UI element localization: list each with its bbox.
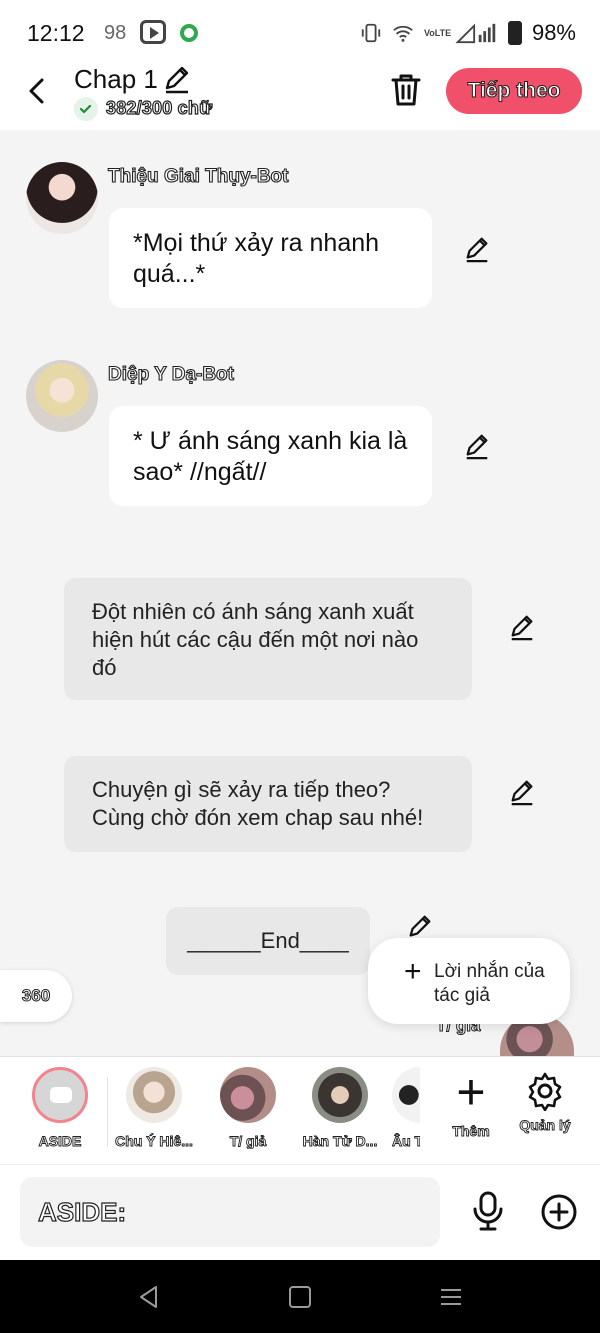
input-bar: ASIDE: [0,1164,600,1260]
narration-bubble[interactable]: Chuyện gì sẽ xảy ra tiếp theo? Cùng chờ … [64,756,472,852]
add-label: Thêm [452,1123,490,1140]
word-count: 382/300 chữ [105,97,213,118]
message-bubble[interactable]: *Mọi thứ xảy ra nhanh quá...* [109,208,432,308]
edit-pencil-icon[interactable] [463,235,491,263]
character-label: T/ giả [229,1133,267,1149]
system-nav-bar [0,1260,600,1333]
character-bar: ASIDE Chu Ý Hiê... T/ giả Hàn Tử D... Âu… [0,1056,600,1164]
end-bubble[interactable]: ______End____ [166,907,370,975]
status-indicators: VoLTE 98% [360,20,576,46]
character-aside[interactable]: ASIDE [18,1067,102,1149]
character-label: ASIDE [38,1133,82,1149]
manage-button[interactable]: Quản lý [512,1067,578,1133]
check-icon [74,97,98,121]
add-circle-icon[interactable] [540,1193,578,1231]
battery-icon [507,21,522,45]
avatar-thieu-giai-thuy[interactable] [26,162,98,234]
gear-icon [528,1072,562,1111]
signal-icon [455,23,496,44]
manage-label: Quản lý [519,1117,571,1134]
character-label: Chu Ý Hiê... [115,1133,194,1149]
edit-pencil-icon[interactable] [508,778,536,806]
nav-menu-icon[interactable] [440,1288,462,1306]
status-time: 12:12 [27,20,85,46]
edit-pencil-icon[interactable] [508,613,536,641]
character-label: Hàn Tử D... [302,1133,378,1149]
next-button[interactable]: Tiếp theo [446,68,582,114]
avatar [126,1067,182,1123]
character-chu-y-hien[interactable]: Chu Ý Hiê... [112,1067,196,1149]
message-bubble[interactable]: * Ư ánh sáng xanh kia là sao* //ngất// [109,406,432,506]
volte-icon: VoLTE [423,28,452,38]
divider [107,1077,108,1147]
character-au-t[interactable]: Âu T [392,1067,420,1149]
back-arrow-icon[interactable] [22,76,52,106]
battery-percent: 98% [531,20,576,45]
trash-icon[interactable] [390,72,422,108]
video-app-icon [140,20,166,44]
avatar-diep-y-da[interactable] [26,360,98,432]
chapter-title[interactable]: Chap 1 [74,64,158,95]
avatar [312,1067,368,1123]
character-label: Âu T [392,1133,420,1149]
edit-pencil-icon[interactable] [463,432,491,460]
edit-pencil-icon[interactable] [406,913,434,941]
add-character-button[interactable]: + Thêm [446,1067,496,1139]
message-input[interactable]: ASIDE: [20,1177,440,1247]
editor-header: Chap 1 382/300 chữ Tiếp theo [0,64,600,130]
author-note-button[interactable]: + Lời nhắn của tác giả [368,938,570,1024]
character-han-tu-d[interactable]: Hàn Tử D... [298,1067,382,1149]
wifi-icon [393,25,413,42]
microphone-icon[interactable] [470,1191,506,1231]
vibrate-icon [361,23,381,43]
avatar [220,1067,276,1123]
edit-title-pencil-icon[interactable] [162,64,192,94]
character-tac-gia[interactable]: T/ giả [206,1067,290,1149]
nav-home-icon[interactable] [289,1286,311,1308]
plus-icon: + [404,955,422,988]
speaker-name: Diệp Y Dạ-Bot [107,363,234,385]
notification-count: 98 [104,22,127,44]
author-note-label: Lời nhắn của tác giả [434,961,545,1006]
sync-app-icon [180,24,198,42]
view-360-button[interactable]: 360 [0,970,72,1022]
plus-icon: + [456,1064,486,1120]
aside-icon [32,1067,88,1123]
avatar [392,1067,420,1123]
narration-bubble[interactable]: Đột nhiên có ánh sáng xanh xuất hiện hút… [64,578,472,700]
speaker-name: Thiệu Giai Thụy-Bot [107,165,289,187]
nav-back-icon[interactable] [138,1285,160,1309]
status-bar: 12:12 98 VoLTE 98% [0,0,600,64]
